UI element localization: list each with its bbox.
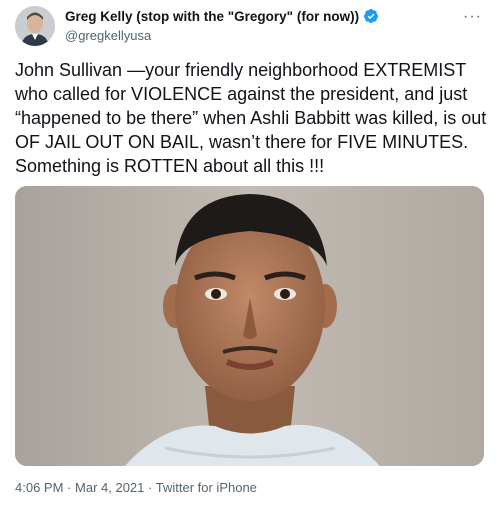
tweet-photo[interactable] [15,186,484,466]
avatar-image [15,6,55,46]
tweet-text: John Sullivan —your friendly neighborhoo… [15,60,487,176]
meta-separator: · [67,480,72,495]
mugshot-image [15,186,484,466]
display-name[interactable]: Greg Kelly (stop with the "Gregory" (for… [65,9,359,24]
tweet-meta: 4:06 PM · Mar 4, 2021 · Twitter for iPho… [15,480,257,495]
author-names: Greg Kelly (stop with the "Gregory" (for… [65,7,379,43]
avatar[interactable] [15,6,55,46]
author-handle[interactable]: @gregkellyusa [65,28,379,43]
tweet-source[interactable]: Twitter for iPhone [156,480,257,495]
verified-badge-icon [364,9,379,23]
meta-separator: · [148,480,153,495]
tweet-header: Greg Kelly (stop with the "Gregory" (for… [15,4,488,48]
tweet-time[interactable]: 4:06 PM [15,480,63,495]
display-name-row: Greg Kelly (stop with the "Gregory" (for… [65,7,379,25]
tweet-card: Greg Kelly (stop with the "Gregory" (for… [0,0,500,506]
tweet-date[interactable]: Mar 4, 2021 [75,480,144,495]
more-options-icon[interactable]: ··· [463,8,482,26]
